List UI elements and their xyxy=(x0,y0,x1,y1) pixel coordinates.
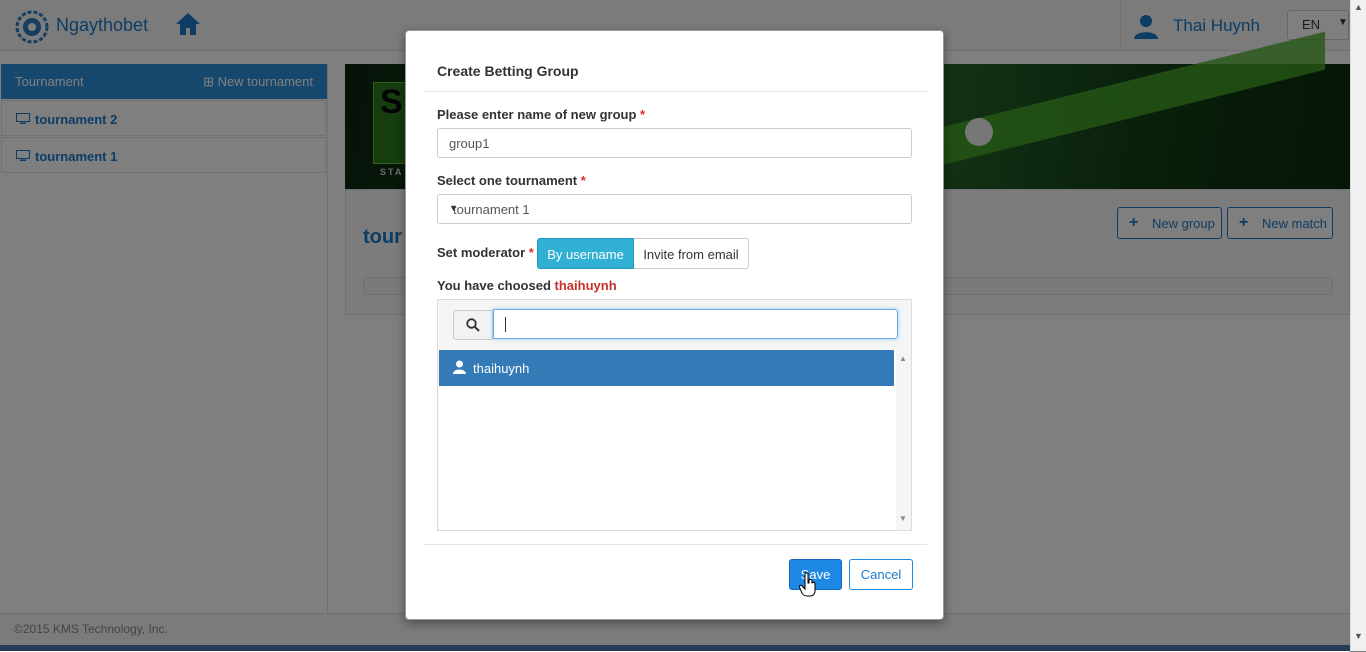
chosen-moderator-text: You have choosed thaihuynh xyxy=(437,278,617,293)
divider xyxy=(424,91,927,92)
search-icon xyxy=(466,318,480,332)
scroll-down-icon[interactable]: ▼ xyxy=(1354,631,1363,641)
cancel-button[interactable]: Cancel xyxy=(849,559,913,590)
modal-title: Create Betting Group xyxy=(437,63,579,79)
chevron-down-icon: ▼ xyxy=(449,203,458,213)
results-scrollbar[interactable]: ▲ ▼ xyxy=(896,350,910,530)
group-name-value: group1 xyxy=(449,136,490,151)
user-results-list: thaihuynh ▲ ▼ xyxy=(439,350,910,530)
invite-email-toggle[interactable]: Invite from email xyxy=(634,238,749,269)
search-button[interactable] xyxy=(453,310,493,340)
group-name-input[interactable]: group1 xyxy=(437,128,912,158)
scroll-up-icon[interactable]: ▲ xyxy=(899,354,907,363)
user-icon xyxy=(453,360,466,374)
moderator-label: Set moderator * xyxy=(437,245,534,260)
list-item[interactable]: thaihuynh xyxy=(439,350,894,386)
tournament-select[interactable]: tournament 1 ▼ xyxy=(437,194,912,224)
scroll-down-icon[interactable]: ▼ xyxy=(899,514,907,523)
by-username-label: By username xyxy=(547,247,624,262)
chosen-username: thaihuynh xyxy=(554,278,617,293)
user-search-input[interactable] xyxy=(493,309,898,339)
group-name-label: Please enter name of new group * xyxy=(437,107,646,122)
result-username: thaihuynh xyxy=(473,361,530,376)
hand-cursor-icon xyxy=(799,572,816,597)
cancel-label: Cancel xyxy=(860,567,902,582)
invite-email-label: Invite from email xyxy=(643,247,739,262)
divider xyxy=(424,544,927,545)
by-username-toggle[interactable]: By username xyxy=(537,238,634,269)
user-picker: thaihuynh ▲ ▼ xyxy=(437,299,912,531)
text-cursor xyxy=(505,317,506,332)
page-scrollbar[interactable]: ▲ ▼ xyxy=(1350,0,1366,651)
tournament-select-label: Select one tournament * xyxy=(437,173,586,188)
scroll-up-icon[interactable]: ▲ xyxy=(1354,2,1363,12)
create-group-modal: Create Betting Group Please enter name o… xyxy=(405,30,944,620)
